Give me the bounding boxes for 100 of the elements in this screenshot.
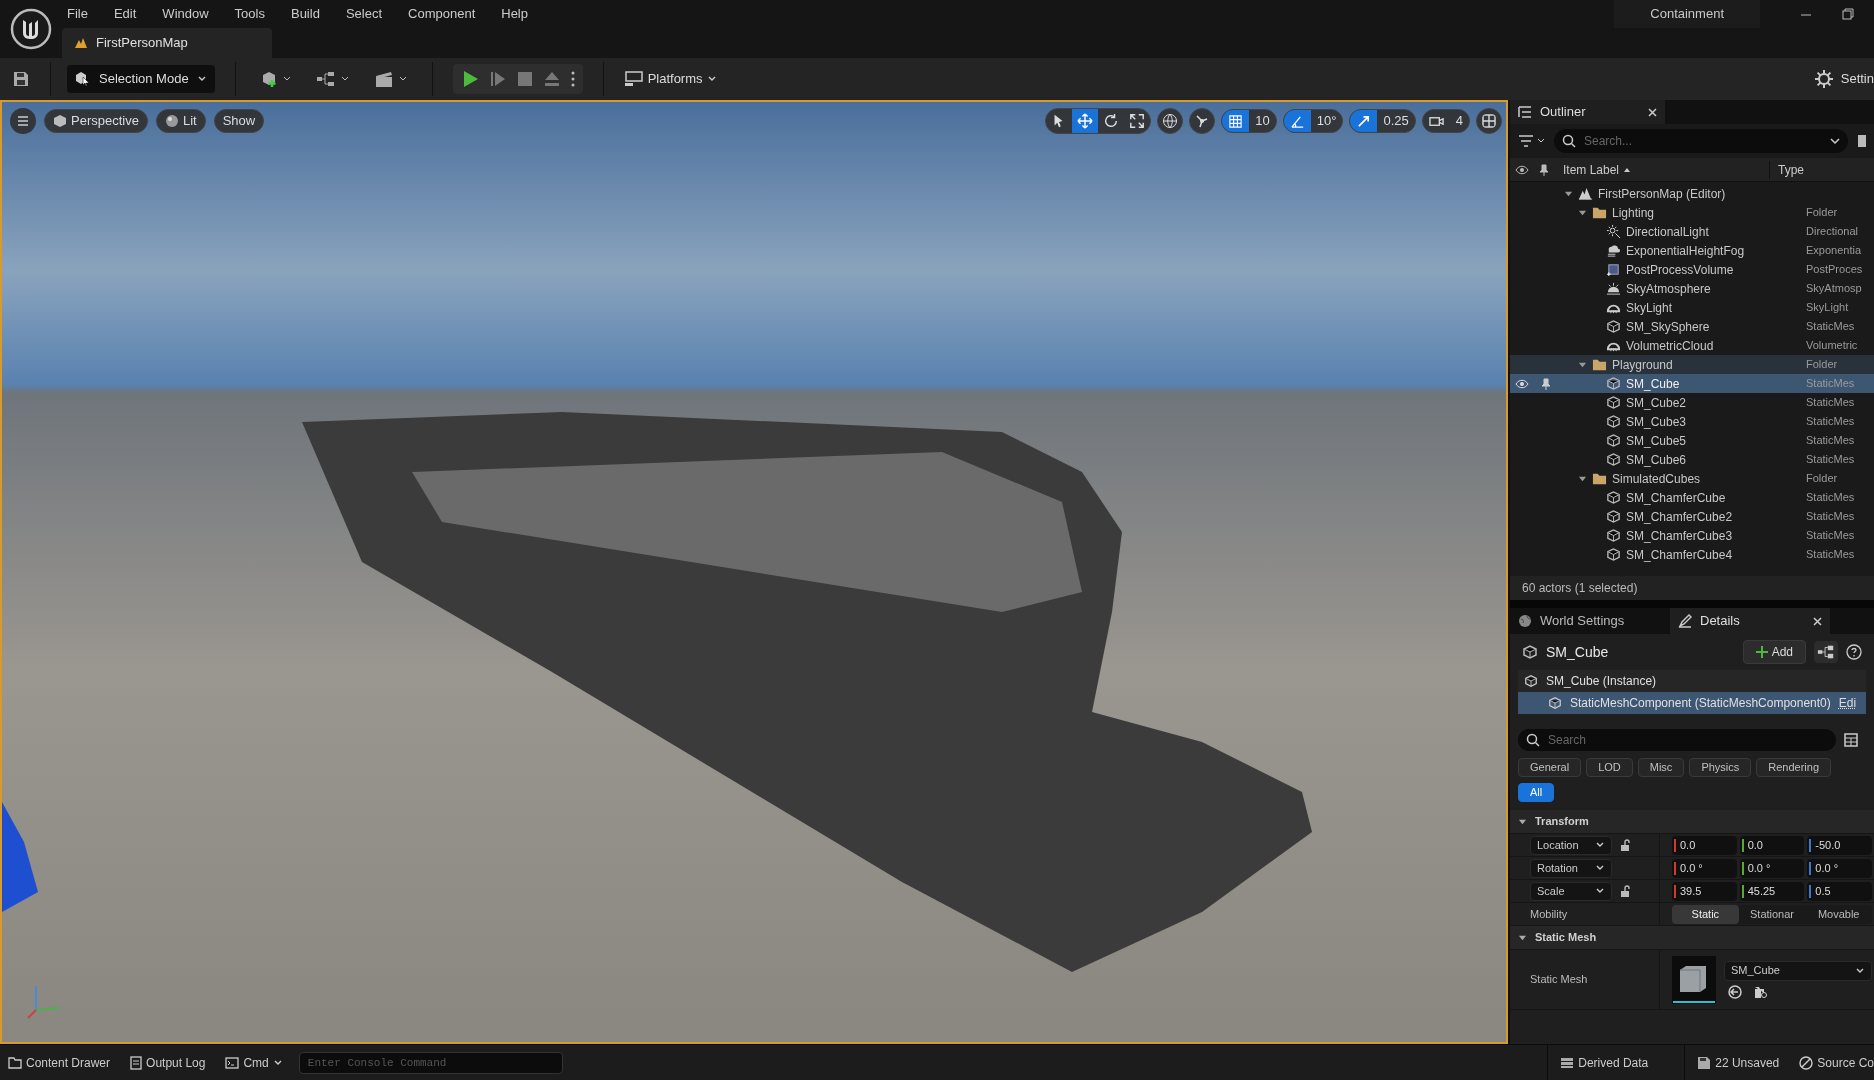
outliner-row[interactable]: SM_ChamferCube4 StaticMes (1510, 545, 1874, 564)
expand-arrow-icon[interactable] (1578, 474, 1587, 483)
grid-view-icon[interactable] (1844, 733, 1858, 747)
number-field[interactable]: 0.0 ° (1739, 858, 1805, 878)
asset-dropdown[interactable]: SM_Cube (1724, 960, 1872, 981)
help-icon[interactable] (1846, 644, 1862, 660)
angle-snap-toggle[interactable] (1283, 110, 1311, 132)
menu-item[interactable]: Tools (234, 4, 265, 24)
filter-button[interactable]: General (1518, 758, 1582, 777)
pin-icon[interactable] (1541, 377, 1551, 390)
filter-button[interactable]: Physics (1689, 758, 1752, 777)
section-title[interactable]: Transform (1535, 813, 1589, 830)
mesh-thumbnail-icon[interactable] (1672, 955, 1716, 1004)
close-icon[interactable] (1813, 616, 1822, 626)
outliner-row[interactable]: SM_Cube2 StaticMes (1510, 393, 1874, 412)
outliner-tab[interactable]: Outliner (1510, 100, 1665, 124)
expand-arrow-icon[interactable] (1564, 189, 1573, 198)
search-field[interactable]: Search... (1554, 129, 1848, 153)
content-drawer-button[interactable]: Content Drawer (0, 1045, 119, 1080)
outliner-row[interactable]: SkyAtmosphere SkyAtmosp (1510, 279, 1874, 298)
outliner-row[interactable]: SM_ChamferCube StaticMes (1510, 488, 1874, 507)
scale-snap-toggle[interactable] (1350, 110, 1378, 132)
transform-mode-dropdown[interactable]: Scale (1530, 881, 1612, 901)
engine-logo-icon[interactable] (10, 8, 52, 50)
menu-item[interactable]: Component (408, 4, 476, 24)
column-header[interactable]: Type (1769, 160, 1804, 179)
source-control-button[interactable]: Source Co (1791, 1045, 1874, 1080)
menu-item[interactable]: Help (501, 4, 528, 24)
mobility-option[interactable]: Stationar (1738, 904, 1806, 924)
filter-button[interactable]: All (1518, 783, 1555, 802)
caret-icon[interactable] (1830, 137, 1840, 145)
use-selected-icon[interactable] (1728, 984, 1742, 999)
edit-link[interactable]: Edi (1838, 694, 1857, 712)
filter-icon[interactable] (1518, 134, 1546, 148)
settings-button[interactable]: Settin (1814, 69, 1874, 89)
outliner-row[interactable]: PostProcessVolume PostProces (1510, 260, 1874, 279)
level-tab[interactable]: FirstPersonMap (62, 28, 272, 58)
cinematics-button[interactable] (373, 70, 408, 88)
outliner-row[interactable]: SkyLight SkyLight (1510, 298, 1874, 317)
expand-arrow-icon[interactable] (1578, 208, 1587, 217)
number-field[interactable]: 0.0 ° (1807, 858, 1872, 878)
blueprint-button[interactable] (315, 71, 350, 87)
expand-arrow-icon[interactable] (1518, 933, 1527, 942)
component-row[interactable]: StaticMeshComponent (StaticMeshComponent0) Edi (1518, 692, 1866, 714)
outliner-row[interactable]: VolumetricCloud Volumetric (1510, 336, 1874, 355)
number-field[interactable]: 45.25 (1739, 881, 1805, 901)
more-icon[interactable] (570, 71, 575, 87)
expand-arrow-icon[interactable] (1578, 360, 1587, 369)
outliner-row[interactable]: SM_SkySphere StaticMes (1510, 317, 1874, 336)
add-component-button[interactable]: Add (1742, 640, 1806, 664)
menu-item[interactable]: Edit (113, 4, 137, 24)
transform-mode-dropdown[interactable]: Rotation (1530, 858, 1612, 878)
outliner-row[interactable]: SM_ChamferCube2 StaticMes (1510, 507, 1874, 526)
outliner-row[interactable]: SM_Cube3 StaticMes (1510, 412, 1874, 431)
outliner-row[interactable]: SM_Cube6 StaticMes (1510, 450, 1874, 469)
outliner-row[interactable]: ExponentialHeightFog Exponentia (1510, 241, 1874, 260)
close-icon[interactable] (1648, 107, 1657, 117)
stop-icon[interactable] (516, 71, 533, 87)
menu-item[interactable]: Build (290, 4, 320, 24)
grid-snap-toggle[interactable] (1222, 110, 1250, 132)
derived-data-button[interactable]: Derived Data (1548, 1045, 1661, 1080)
restore-icon[interactable] (1842, 8, 1854, 20)
filter-button[interactable]: Rendering (1756, 758, 1832, 777)
add-folder-icon[interactable] (1856, 133, 1866, 149)
outliner-row[interactable]: SM_Cube5 StaticMes (1510, 431, 1874, 450)
outliner-row[interactable]: FirstPersonMap (Editor) (1510, 184, 1874, 203)
outliner-row[interactable]: SM_Cube StaticMes (1510, 374, 1874, 393)
blueprint-icon[interactable] (1814, 641, 1838, 663)
platforms-dropdown[interactable]: Platforms (623, 69, 717, 89)
number-field[interactable]: -50.0 (1807, 835, 1872, 855)
browse-icon[interactable] (1754, 984, 1768, 999)
outliner-row[interactable]: Lighting Folder (1510, 203, 1874, 222)
move-tool-button[interactable] (1072, 109, 1099, 133)
panel-tab[interactable]: Details (1670, 608, 1830, 634)
number-field[interactable]: 39.5 (1672, 881, 1737, 901)
menu-item[interactable]: Select (345, 4, 383, 24)
step-icon[interactable] (488, 70, 507, 88)
pin-icon[interactable] (1539, 163, 1549, 176)
cmd-dropdown[interactable]: Cmd (217, 1045, 291, 1080)
viewport-option-button[interactable]: Lit (155, 109, 206, 133)
lock-icon[interactable] (1620, 884, 1632, 898)
eye-icon[interactable] (1515, 378, 1529, 389)
outliner-row[interactable]: DirectionalLight Directional (1510, 222, 1874, 241)
menu-item[interactable]: File (67, 4, 88, 24)
menu-item[interactable]: Window (162, 4, 209, 24)
mobility-option[interactable]: Static (1672, 904, 1739, 924)
viewport-option-button[interactable]: Perspective (44, 109, 148, 133)
outliner-row[interactable]: Playground Folder (1510, 355, 1874, 374)
selection-mode-dropdown[interactable]: Selection Mode (67, 65, 215, 93)
filter-button[interactable]: LOD (1586, 758, 1633, 777)
number-field[interactable]: 0.5 (1807, 881, 1872, 901)
panel-tab[interactable]: World Settings (1510, 608, 1670, 634)
eject-icon[interactable] (542, 70, 561, 88)
number-field[interactable]: 0.0 (1672, 835, 1737, 855)
filter-button[interactable]: Misc (1637, 758, 1685, 777)
save-icon[interactable] (12, 70, 30, 88)
number-field[interactable]: 0.0 (1739, 835, 1805, 855)
outliner-row[interactable]: SimulatedCubes Folder (1510, 469, 1874, 488)
column-header[interactable]: Item Label (1563, 160, 1769, 179)
outliner-row[interactable]: SM_ChamferCube3 StaticMes (1510, 526, 1874, 545)
